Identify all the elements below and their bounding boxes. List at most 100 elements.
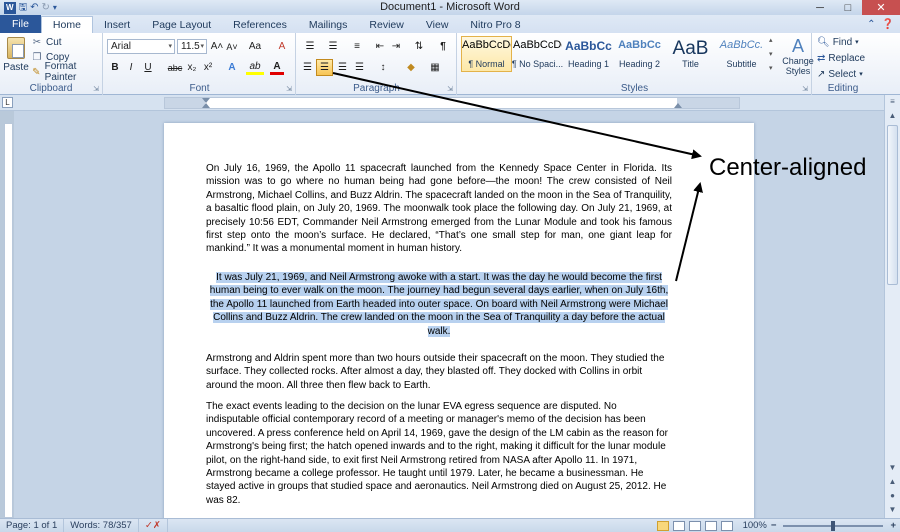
- tab-review[interactable]: Review: [358, 16, 414, 33]
- decrease-indent-button[interactable]: ⇤: [373, 39, 387, 54]
- bullets-button[interactable]: ☰: [300, 39, 320, 54]
- increase-indent-button[interactable]: ⇥: [389, 39, 403, 54]
- tab-insert[interactable]: Insert: [93, 16, 141, 33]
- tab-nitro-pro[interactable]: Nitro Pro 8: [459, 16, 531, 33]
- save-icon[interactable]: 🖫: [19, 2, 28, 14]
- scrollbar-thumb[interactable]: [887, 125, 898, 285]
- select-button[interactable]: ↗ Select ▾: [817, 68, 865, 80]
- change-styles-button[interactable]: A Change Styles: [781, 36, 815, 80]
- paragraph-4[interactable]: The exact events leading to the decision…: [206, 400, 672, 507]
- italic-button[interactable]: I: [124, 60, 138, 75]
- underline-button[interactable]: U: [141, 60, 155, 75]
- grow-font-button[interactable]: A˄: [210, 39, 224, 54]
- align-center-button[interactable]: ☰: [316, 59, 333, 76]
- vertical-scrollbar[interactable]: ≡ ▲ ▼ ▲ ● ▼: [884, 95, 900, 518]
- tab-references[interactable]: References: [222, 16, 298, 33]
- cut-button[interactable]: ✂ Cut: [32, 36, 102, 48]
- outline-icon[interactable]: [704, 520, 717, 531]
- help-icon[interactable]: ❓: [882, 19, 894, 30]
- zoom-level[interactable]: 100%: [743, 520, 767, 531]
- change-case-button[interactable]: Aa: [245, 39, 265, 54]
- print-layout-icon[interactable]: [656, 520, 669, 531]
- align-left-button[interactable]: ☰: [300, 60, 315, 75]
- word-icon[interactable]: W: [4, 1, 16, 14]
- style-normal[interactable]: AaBbCcDc ¶ Normal: [461, 36, 512, 72]
- style-subtitle[interactable]: AaBbCc. Subtitle: [716, 36, 767, 72]
- select-browse-object-icon[interactable]: ●: [885, 489, 900, 503]
- scroll-down-icon[interactable]: ▼: [885, 461, 900, 475]
- tab-selector[interactable]: L: [2, 97, 13, 108]
- scroll-up-icon[interactable]: ▲: [885, 109, 900, 123]
- chevron-down-icon: ▾: [769, 51, 773, 58]
- style-no-spacing[interactable]: AaBbCcDc ¶ No Spaci...: [512, 36, 563, 72]
- font-name-select[interactable]: Arial ▾: [107, 39, 175, 54]
- full-screen-reading-icon[interactable]: [672, 520, 685, 531]
- minimize-ribbon-icon[interactable]: ⌃: [867, 19, 875, 30]
- word-count[interactable]: Words: 78/357: [64, 519, 139, 532]
- proofing-icon[interactable]: ✓✗: [139, 519, 168, 532]
- highlight-button[interactable]: ab: [246, 60, 264, 75]
- ruler-toggle-icon[interactable]: ≡: [885, 95, 900, 109]
- styles-scroll[interactable]: ▴ ▾ ▾: [767, 36, 777, 72]
- next-page-icon[interactable]: ▼: [885, 503, 900, 517]
- superscript-button[interactable]: x²: [201, 60, 215, 75]
- paragraph-2-selected[interactable]: It was July 21, 1969, and Neil Armstrong…: [206, 271, 672, 338]
- numbering-button[interactable]: ☰: [323, 39, 343, 54]
- hanging-indent-marker[interactable]: [202, 103, 210, 108]
- replace-button[interactable]: ⇄ Replace: [817, 52, 865, 64]
- vertical-ruler: [4, 123, 13, 518]
- paragraph-1[interactable]: On July 16, 1969, the Apollo 11 spacecra…: [206, 162, 672, 256]
- paragraph-3[interactable]: Armstrong and Aldrin spent more than two…: [206, 352, 672, 392]
- multilevel-list-button[interactable]: ≡: [347, 39, 367, 54]
- dialog-launcher-icon[interactable]: ⇲: [447, 85, 453, 93]
- web-layout-icon[interactable]: [688, 520, 701, 531]
- dialog-launcher-icon[interactable]: ⇲: [93, 85, 99, 93]
- zoom-slider[interactable]: [783, 520, 884, 531]
- show-formatting-button[interactable]: ¶: [436, 39, 450, 54]
- tab-page-layout[interactable]: Page Layout: [141, 16, 222, 33]
- draft-icon[interactable]: [720, 520, 733, 531]
- tab-view[interactable]: View: [415, 16, 460, 33]
- shrink-font-button[interactable]: A˅: [225, 39, 239, 54]
- selected-text[interactable]: It was July 21, 1969, and Neil Armstrong…: [209, 272, 669, 337]
- maximize-button[interactable]: □: [834, 0, 862, 15]
- clear-formatting-button[interactable]: A: [274, 39, 290, 54]
- redo-icon[interactable]: ↻: [41, 2, 49, 14]
- document-page[interactable]: On July 16, 1969, the Apollo 11 spacecra…: [164, 123, 754, 518]
- justify-button[interactable]: ☰: [352, 60, 367, 75]
- font-color-button[interactable]: A: [270, 60, 284, 75]
- zoom-slider-knob[interactable]: [831, 520, 836, 531]
- bold-button[interactable]: B: [108, 60, 122, 75]
- right-indent-marker[interactable]: [674, 103, 682, 108]
- minimize-button[interactable]: ─: [806, 0, 834, 15]
- tab-mailings[interactable]: Mailings: [298, 16, 359, 33]
- annotation-label: Center-aligned: [709, 154, 867, 181]
- strikethrough-button[interactable]: abc: [167, 60, 183, 75]
- find-button[interactable]: 🔍︎ Find ▾: [817, 36, 865, 48]
- undo-icon[interactable]: ↶: [30, 2, 38, 14]
- customize-icon[interactable]: ▾: [53, 2, 57, 14]
- format-painter-button[interactable]: ✎ Format Painter: [32, 61, 102, 83]
- shading-button[interactable]: ◆: [401, 60, 421, 75]
- font-size-select[interactable]: 11.5 ▾: [177, 39, 207, 54]
- dialog-launcher-icon[interactable]: ⇲: [286, 85, 292, 93]
- zoom-out-icon[interactable]: −: [771, 520, 777, 531]
- subscript-button[interactable]: x₂: [185, 60, 199, 75]
- text-effects-button[interactable]: A: [224, 60, 240, 75]
- page-count[interactable]: Page: 1 of 1: [0, 519, 65, 532]
- style-heading-1[interactable]: AaBbCᴄ Heading 1: [563, 36, 614, 72]
- style-title[interactable]: AaB Title: [665, 36, 716, 72]
- tab-home[interactable]: Home: [40, 16, 93, 33]
- close-button[interactable]: ✕: [862, 0, 900, 15]
- dialog-launcher-icon[interactable]: ⇲: [802, 85, 808, 93]
- borders-button[interactable]: ▦: [425, 60, 445, 75]
- previous-page-icon[interactable]: ▲: [885, 475, 900, 489]
- paste-button[interactable]: Paste: [3, 35, 29, 79]
- style-heading-2[interactable]: AaBbCc Heading 2: [614, 36, 665, 72]
- align-right-button[interactable]: ☰: [335, 60, 350, 75]
- zoom-in-icon[interactable]: +: [890, 520, 896, 531]
- tab-file[interactable]: File: [0, 15, 41, 33]
- horizontal-ruler[interactable]: [164, 97, 740, 109]
- line-spacing-button[interactable]: ↕: [373, 60, 393, 75]
- sort-button[interactable]: ⇅: [411, 39, 427, 54]
